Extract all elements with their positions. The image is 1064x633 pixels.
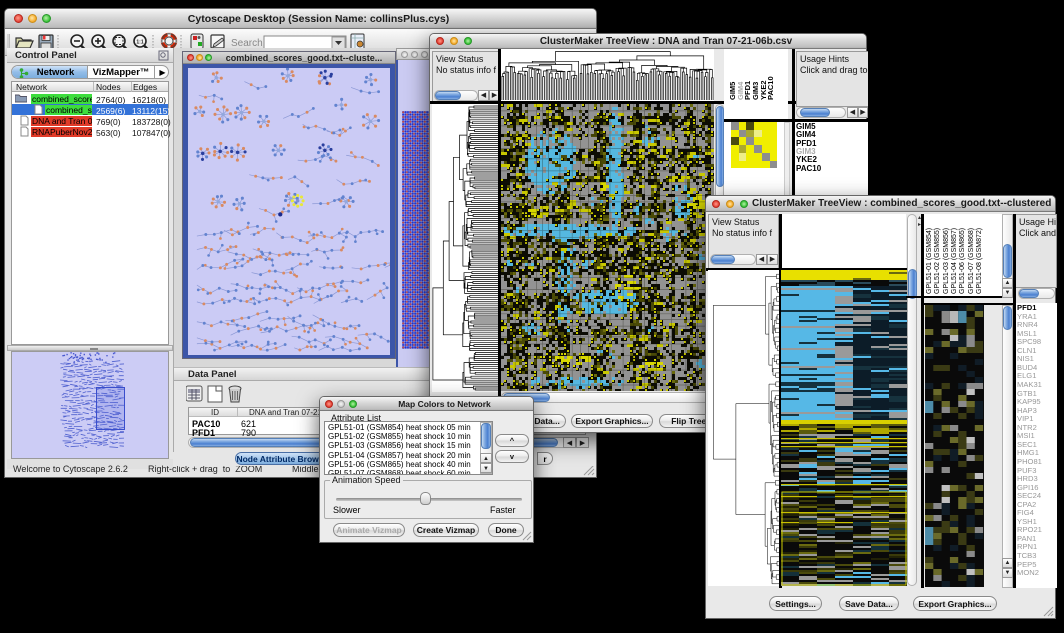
svg-text:1:1: 1:1	[136, 40, 143, 46]
